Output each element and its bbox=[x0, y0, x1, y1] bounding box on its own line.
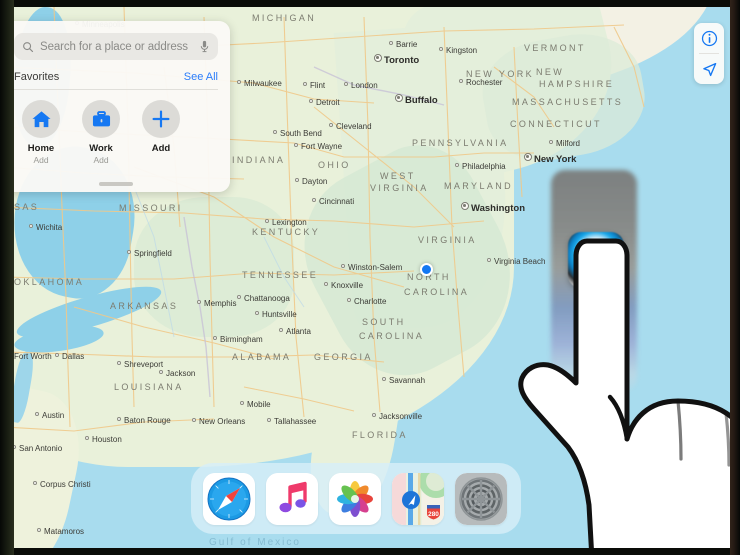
map-city-marker[interactable] bbox=[455, 163, 459, 167]
map-city-marker[interactable] bbox=[273, 130, 277, 134]
navigation-arrow-icon bbox=[702, 62, 716, 76]
svg-text:280: 280 bbox=[428, 511, 439, 518]
device-bezel-top bbox=[0, 0, 740, 7]
favorites-title: Favorites bbox=[14, 71, 60, 83]
favorite-home-circle bbox=[22, 100, 60, 138]
search-placeholder: Search for a place or address bbox=[40, 40, 188, 53]
favorites-row: Home Add Work Add Add bbox=[14, 90, 218, 165]
favorite-work-circle bbox=[82, 100, 120, 138]
map-city-marker[interactable] bbox=[237, 80, 241, 84]
favorite-add[interactable]: Add bbox=[140, 100, 182, 165]
map-city-marker[interactable] bbox=[127, 250, 131, 254]
device-bezel-bottom bbox=[0, 548, 740, 555]
map-city-marker[interactable] bbox=[85, 436, 89, 440]
map-city-marker[interactable] bbox=[267, 418, 271, 422]
water-label-gulf-of-mexico: Gulf of Mexico bbox=[209, 537, 301, 548]
map-city-marker[interactable] bbox=[341, 264, 345, 268]
search-icon bbox=[23, 41, 34, 52]
search-panel: Search for a place or address Favorites … bbox=[2, 21, 230, 192]
map-city-marker[interactable] bbox=[35, 412, 39, 416]
map-city-marker[interactable] bbox=[439, 47, 443, 51]
map-city-marker[interactable] bbox=[237, 295, 241, 299]
map-city-marker[interactable] bbox=[295, 178, 299, 182]
safari-compass-icon bbox=[203, 472, 255, 525]
microphone-icon[interactable] bbox=[199, 40, 210, 53]
map-city-marker[interactable] bbox=[265, 219, 269, 223]
map-city-marker[interactable] bbox=[312, 198, 316, 202]
map-city-marker[interactable] bbox=[213, 336, 217, 340]
map-city-marker[interactable] bbox=[459, 79, 463, 83]
locate-button[interactable] bbox=[694, 54, 724, 84]
map-city-marker[interactable] bbox=[33, 481, 37, 485]
settings-gear-icon bbox=[455, 472, 507, 525]
favorite-home[interactable]: Home Add bbox=[20, 100, 62, 165]
panel-grabber-handle[interactable] bbox=[99, 182, 133, 186]
map-city-marker[interactable] bbox=[294, 143, 298, 147]
dock-app-settings[interactable] bbox=[455, 472, 507, 525]
map-city-marker[interactable] bbox=[487, 258, 491, 262]
favorite-work[interactable]: Work Add bbox=[80, 100, 122, 165]
map-city-marker[interactable] bbox=[461, 202, 469, 210]
info-button[interactable] bbox=[694, 23, 724, 53]
map-city-marker[interactable] bbox=[303, 82, 307, 86]
maps-icon: 280 bbox=[392, 472, 444, 525]
map-city-marker[interactable] bbox=[389, 41, 393, 45]
map-city-marker[interactable] bbox=[197, 300, 201, 304]
favorites-header: Favorites See All bbox=[14, 71, 218, 90]
favorite-work-label: Work bbox=[89, 143, 113, 154]
map-city-marker[interactable] bbox=[29, 224, 33, 228]
app-dock: 280 bbox=[191, 463, 521, 534]
map-city-marker[interactable] bbox=[279, 328, 283, 332]
search-input[interactable]: Search for a place or address bbox=[14, 33, 218, 60]
map-city-marker[interactable] bbox=[347, 298, 351, 302]
briefcase-icon bbox=[92, 110, 110, 126]
favorite-add-circle bbox=[142, 100, 180, 138]
favorite-add-label: Add bbox=[151, 143, 171, 154]
device-bezel-right bbox=[730, 0, 740, 555]
map-city-marker[interactable] bbox=[159, 370, 163, 374]
map-city-marker[interactable] bbox=[382, 377, 386, 381]
dock-app-safari[interactable] bbox=[203, 472, 255, 525]
dragged-app-icon[interactable] bbox=[568, 232, 624, 288]
dock-app-photos[interactable] bbox=[329, 472, 381, 525]
plus-icon bbox=[152, 110, 170, 128]
favorite-home-sublabel: Add bbox=[33, 155, 49, 165]
map-city-marker[interactable] bbox=[55, 353, 59, 357]
see-all-link[interactable]: See All bbox=[184, 71, 218, 83]
user-location-dot bbox=[420, 263, 433, 276]
favorite-home-label: Home bbox=[27, 143, 55, 154]
map-city-marker[interactable] bbox=[309, 99, 313, 103]
map-city-marker[interactable] bbox=[344, 82, 348, 86]
map-city-marker[interactable] bbox=[324, 282, 328, 286]
map-city-marker[interactable] bbox=[524, 153, 532, 161]
dock-app-maps[interactable]: 280 bbox=[392, 472, 444, 525]
device-bezel-left bbox=[0, 0, 14, 555]
map-city-marker[interactable] bbox=[372, 413, 376, 417]
map-city-marker[interactable] bbox=[117, 361, 121, 365]
photos-flower-icon bbox=[329, 472, 381, 525]
favorite-work-sublabel: Add bbox=[93, 155, 109, 165]
map-city-marker[interactable] bbox=[37, 528, 41, 532]
map-city-marker[interactable] bbox=[374, 54, 382, 62]
map-city-marker[interactable] bbox=[240, 401, 244, 405]
map-city-marker[interactable] bbox=[192, 418, 196, 422]
map-controls-stack bbox=[694, 23, 724, 84]
dock-app-music[interactable] bbox=[266, 472, 318, 525]
info-circle-icon bbox=[701, 30, 717, 46]
map-city-marker[interactable] bbox=[117, 417, 121, 421]
map-city-marker[interactable] bbox=[255, 311, 259, 315]
ipad-screen: MICHIGAN VERMONT NEW HAMPSHIRE NEW YORK MASSA… bbox=[0, 0, 740, 555]
home-icon bbox=[31, 110, 51, 127]
map-city-marker[interactable] bbox=[395, 94, 403, 102]
map-city-marker[interactable] bbox=[549, 140, 553, 144]
music-note-icon bbox=[266, 472, 318, 525]
map-city-marker[interactable] bbox=[329, 123, 333, 127]
